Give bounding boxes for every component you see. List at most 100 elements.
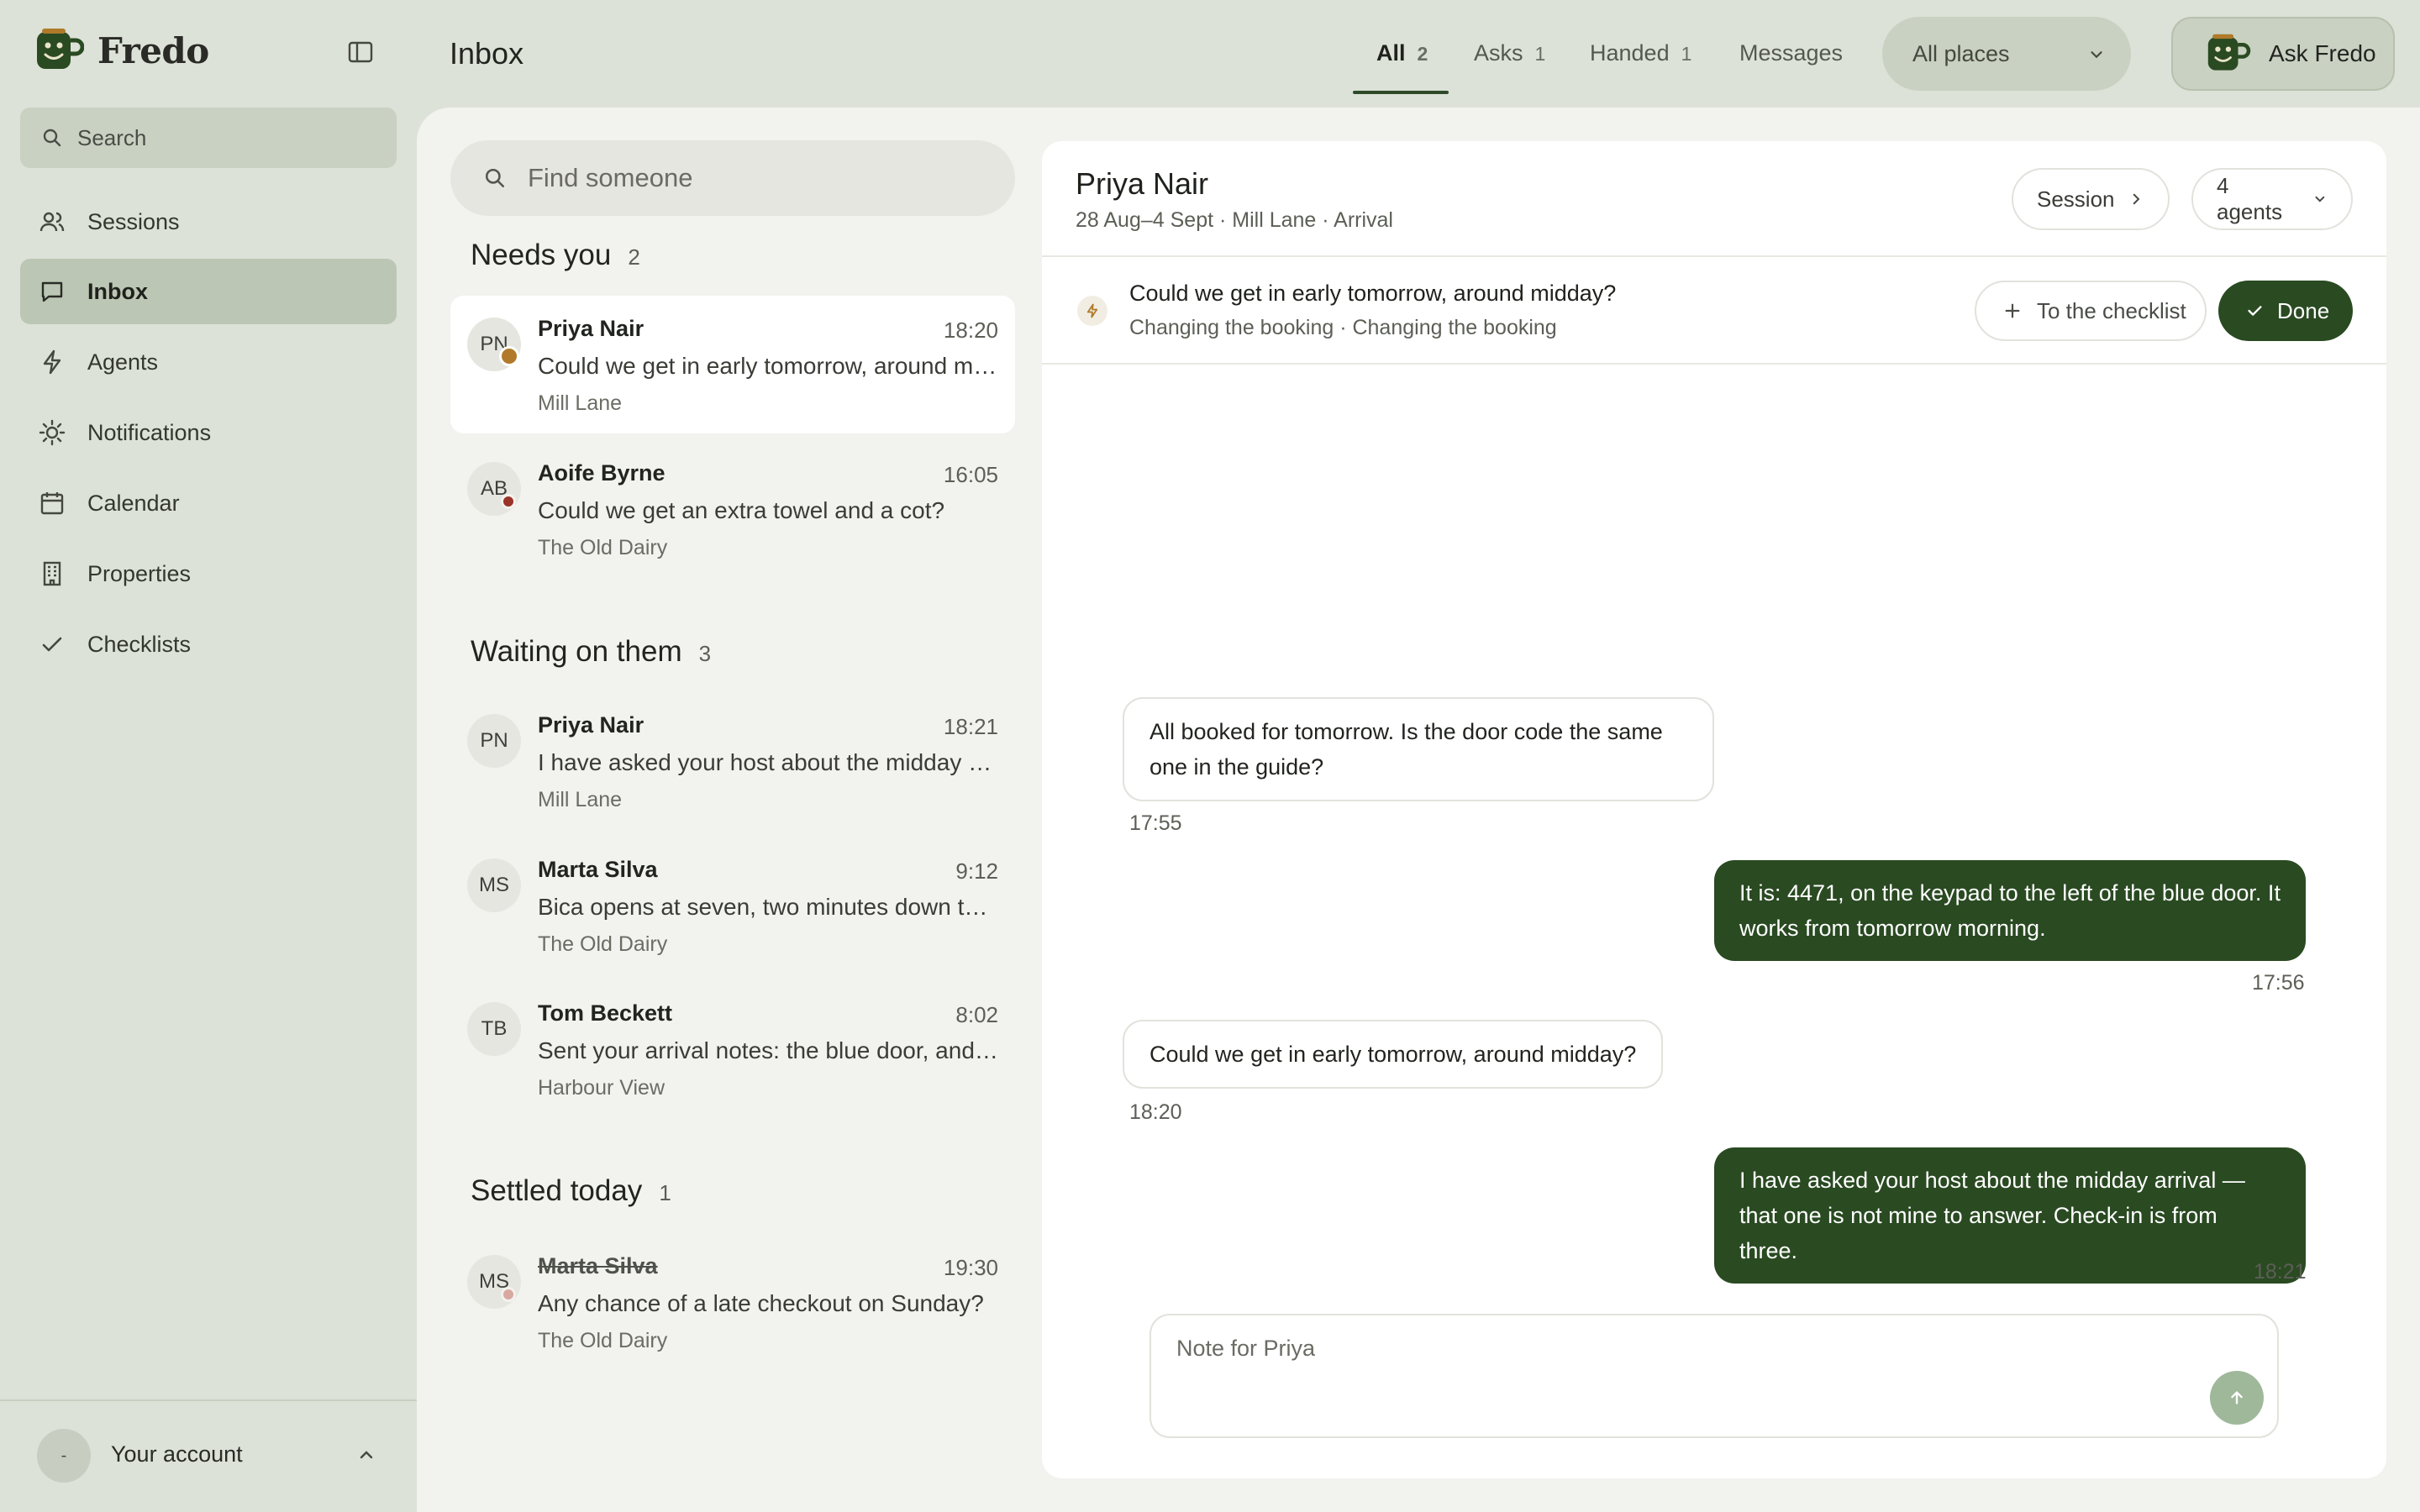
app-name: Fredo xyxy=(97,30,209,71)
avatar[interactable]: - xyxy=(37,1429,91,1483)
sidebar-item-inbox[interactable]: Inbox xyxy=(20,259,397,324)
conversation-place: Harbour View xyxy=(538,1076,666,1100)
sidebar-item-calendar[interactable]: Calendar xyxy=(20,470,397,536)
list-item[interactable]: PN Priya Nair 18:21 I have asked your ho… xyxy=(450,692,1015,830)
sidebar-item-notifications[interactable]: Notifications xyxy=(20,400,397,465)
sidebar-search-placeholder: Search xyxy=(77,124,147,150)
conversation-name: Aoife Byrne xyxy=(538,460,666,486)
ask-fredo-label: Ask Fredo xyxy=(2269,40,2376,66)
conversation-name: Tom Beckett xyxy=(538,1000,673,1026)
users-icon xyxy=(39,212,65,232)
ask-badge-icon xyxy=(499,346,519,366)
avatar: AB xyxy=(467,462,521,516)
message-time: 18:20 xyxy=(1129,1100,1182,1124)
chevron-down-icon xyxy=(2091,51,2102,59)
check-icon xyxy=(2248,306,2262,316)
sidebar-item-checklists[interactable]: Checklists xyxy=(20,612,397,677)
list-item[interactable]: PN Priya Nair 18:20 Could we get in earl… xyxy=(450,296,1015,433)
sidebar-item-agents[interactable]: Agents xyxy=(20,329,397,395)
note-input[interactable]: Note for Priya xyxy=(1150,1314,2279,1438)
session-button[interactable]: Session xyxy=(2012,168,2170,230)
divider xyxy=(1042,255,2386,257)
calendar-icon xyxy=(40,492,64,515)
conversation-time: 18:21 xyxy=(943,714,998,739)
tab-label: Asks xyxy=(1474,40,1523,66)
conversation-place: Mill Lane xyxy=(538,391,623,415)
building-icon xyxy=(43,561,61,586)
tab-messages[interactable]: Messages xyxy=(1739,40,1843,66)
sidebar-item-label: Agents xyxy=(87,349,159,375)
bolt-icon xyxy=(43,349,61,375)
conversation-place: The Old Dairy xyxy=(538,1329,668,1352)
place-filter-value: All places xyxy=(1912,40,2010,66)
ask-bolt-icon xyxy=(1077,296,1107,326)
tab-asks[interactable]: Asks 1 xyxy=(1474,40,1545,66)
place-filter-select[interactable]: All places xyxy=(1882,17,2131,91)
sidebar-item-label: Inbox xyxy=(87,278,148,304)
account-label[interactable]: Your account xyxy=(111,1441,243,1467)
section-title-text: Waiting on them xyxy=(471,635,682,668)
conversation-time: 18:20 xyxy=(943,318,998,343)
divider xyxy=(1042,363,2386,365)
find-someone-input[interactable]: Find someone xyxy=(450,140,1015,216)
conversation-time: 16:05 xyxy=(943,462,998,487)
to-checklist-button[interactable]: To the checklist xyxy=(1975,281,2207,341)
avatar: TB xyxy=(467,1002,521,1056)
message-time: 18:21 xyxy=(2254,1260,2307,1284)
agents-button[interactable]: 4 agents xyxy=(2191,168,2353,230)
tab-handed[interactable]: Handed 1 xyxy=(1590,40,1691,66)
list-item[interactable]: MS Marta Silva 9:12 Bica opens at seven,… xyxy=(450,837,1015,974)
tab-all[interactable]: All 2 xyxy=(1376,40,1428,66)
note-placeholder: Note for Priya xyxy=(1176,1336,1316,1361)
done-button[interactable]: Done xyxy=(2218,281,2353,341)
section-title-needs-you: Needs you 2 xyxy=(471,239,640,272)
status-dot-icon xyxy=(501,1287,516,1302)
tab-count: 1 xyxy=(1534,43,1546,65)
send-button[interactable] xyxy=(2210,1371,2264,1425)
avatar: MS xyxy=(467,1255,521,1309)
list-item[interactable]: TB Tom Beckett 8:02 Sent your arrival no… xyxy=(450,980,1015,1118)
tab-count: 1 xyxy=(1681,43,1692,65)
conversation-name: Marta Silva xyxy=(538,1253,658,1278)
section-count: 2 xyxy=(628,244,640,270)
chevron-down-icon xyxy=(2315,196,2325,202)
tab-label: Handed xyxy=(1590,40,1670,66)
list-item[interactable]: AB Aoife Byrne 16:05 Could we get an ext… xyxy=(450,440,1015,578)
message-outgoing: I have asked your host about the midday … xyxy=(1714,1147,2306,1284)
sidebar-item-label: Calendar xyxy=(87,490,180,516)
conversation-place: The Old Dairy xyxy=(538,932,668,956)
avatar: PN xyxy=(467,714,521,768)
chevron-up-icon[interactable] xyxy=(356,1445,376,1465)
thread-guest-name: Priya Nair xyxy=(1076,166,1209,201)
conversation-place: The Old Dairy xyxy=(538,536,668,559)
sidebar-item-label: Properties xyxy=(87,560,192,586)
arrow-up-icon xyxy=(2231,1391,2243,1404)
find-someone-placeholder: Find someone xyxy=(528,163,693,192)
message-outgoing: It is: 4471, on the keypad to the left o… xyxy=(1714,860,2306,961)
conversation-time: 8:02 xyxy=(955,1002,998,1027)
fredo-mug-icon xyxy=(2207,34,2251,71)
sidebar-item-label: Notifications xyxy=(87,419,212,445)
thread-meta: 28 Aug–4 Sept · Mill Lane · Arrival xyxy=(1076,208,1393,232)
sidebar-toggle-icon[interactable] xyxy=(348,40,373,64)
to-checklist-label: To the checklist xyxy=(2037,297,2186,323)
avatar: MS xyxy=(467,858,521,912)
search-icon xyxy=(43,129,61,147)
sidebar-item-sessions[interactable]: Sessions xyxy=(20,189,397,255)
list-item[interactable]: MS Marta Silva 19:30 Any chance of a lat… xyxy=(450,1233,1015,1371)
page-title: Inbox xyxy=(450,36,524,71)
tab-count: 2 xyxy=(1417,43,1428,65)
message-time: 17:55 xyxy=(1129,811,1182,835)
session-button-label: Session xyxy=(2037,186,2115,212)
sun-icon xyxy=(39,419,66,446)
conversation-snippet: Could we get in early tomorrow, around m… xyxy=(538,353,998,379)
sidebar: Fredo Search Sessions Inbox Agents Notif… xyxy=(0,0,417,1512)
tab-label: All xyxy=(1376,40,1406,66)
section-title-waiting: Waiting on them 3 xyxy=(471,635,711,669)
chat-icon xyxy=(41,281,63,302)
sidebar-item-properties[interactable]: Properties xyxy=(20,541,397,606)
sidebar-search[interactable]: Search xyxy=(20,108,397,168)
active-tab-underline xyxy=(1353,91,1449,94)
ask-fredo-button[interactable]: Ask Fredo xyxy=(2171,17,2395,91)
conversation-name: Marta Silva xyxy=(538,857,658,882)
